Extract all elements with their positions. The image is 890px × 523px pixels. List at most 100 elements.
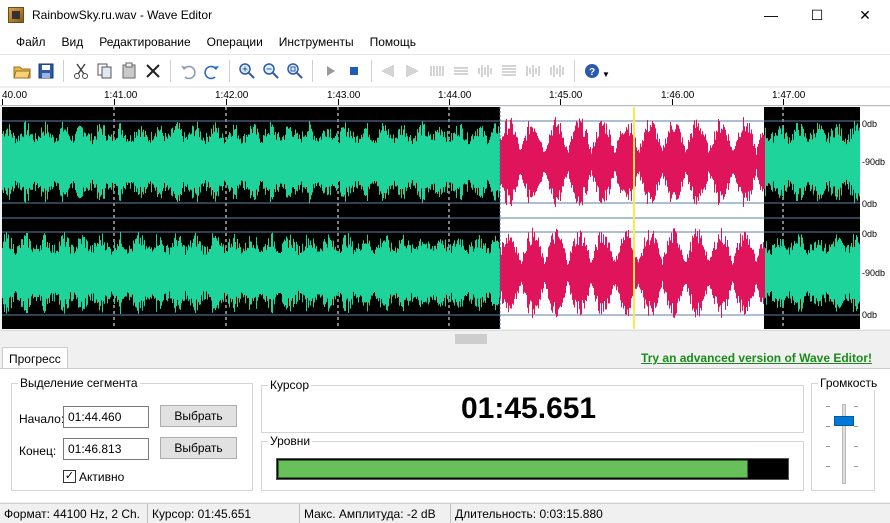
tick-mark	[2, 99, 3, 105]
start-label: Начало:	[19, 412, 65, 426]
scrollbar-thumb[interactable]	[455, 334, 487, 344]
tick-mark	[672, 99, 673, 105]
tick-label: 1:43.00	[327, 90, 361, 101]
tick-label: 1:46.00	[661, 90, 695, 101]
help-dropdown-icon[interactable]: ▼	[602, 70, 610, 79]
status-max-amplitude: Макс. Амплитуда: -2 dB	[300, 503, 451, 523]
start-time-field[interactable]: 01:44.460	[63, 406, 149, 428]
redo-icon[interactable]	[200, 59, 224, 83]
active-checkbox[interactable]: ✓	[63, 470, 76, 483]
cut-icon[interactable]	[69, 59, 93, 83]
levels-group: Уровни	[261, 434, 804, 491]
menu-view[interactable]: Вид	[54, 35, 92, 49]
stop-icon[interactable]	[342, 59, 366, 83]
delete-icon[interactable]	[141, 59, 165, 83]
volume-tick	[854, 446, 858, 447]
status-bar: Формат: 44100 Hz, 2 Ch. Курсор: 01:45.65…	[0, 503, 890, 523]
db-scale: 0db -90db 0db 0db -90db 0db	[860, 107, 890, 329]
cursor-legend: Курсор	[268, 378, 312, 392]
menu-bar: Файл Вид Редактирование Операции Инструм…	[0, 30, 890, 54]
zoom-in-icon[interactable]	[235, 59, 259, 83]
cursor-group: Курсор 01:45.651	[261, 378, 804, 433]
undo-icon[interactable]	[176, 59, 200, 83]
select-end-button[interactable]: Выбрать	[160, 437, 237, 459]
zoom-out-icon[interactable]	[259, 59, 283, 83]
end-label: Конец:	[19, 444, 57, 458]
horizontal-scrollbar[interactable]	[0, 330, 890, 346]
volume-tick	[826, 466, 830, 467]
status-duration: Длительность: 0:03:15.880	[455, 506, 603, 521]
volume-slider-thumb[interactable]	[834, 416, 854, 426]
svg-text:?: ?	[589, 67, 595, 78]
progress-panel: Выделение сегмента Начало: 01:44.460 Выб…	[0, 368, 890, 502]
minimize-button[interactable]: —	[748, 0, 794, 30]
toolbar: ? ▼	[0, 54, 890, 86]
tick-mark	[560, 99, 561, 105]
play-icon[interactable]	[318, 59, 342, 83]
normalize-icon[interactable]	[425, 59, 449, 83]
volume-legend: Громкость	[818, 376, 880, 390]
waveform-channel-2-selected	[500, 227, 765, 319]
menu-tools[interactable]: Инструменты	[271, 35, 362, 49]
volume-group: Громкость	[811, 376, 880, 491]
help-icon[interactable]: ?	[580, 59, 604, 83]
maximize-button[interactable]: ☐	[794, 0, 840, 30]
segment-legend: Выделение сегмента	[18, 376, 140, 390]
tick-label: 40.00	[2, 90, 28, 101]
levels-legend: Уровни	[268, 434, 313, 448]
tick-mark	[783, 99, 784, 105]
db-label: 0db	[862, 119, 878, 129]
tick-label: 1:47.00	[772, 90, 806, 101]
select-start-button[interactable]: Выбрать	[160, 405, 237, 427]
volume-tick	[854, 466, 858, 467]
open-folder-icon[interactable]	[10, 59, 34, 83]
paste-icon[interactable]	[117, 59, 141, 83]
tick-label: 1:44.00	[438, 90, 472, 101]
amplify-icon[interactable]	[473, 59, 497, 83]
tick-label: 1:45.00	[549, 90, 583, 101]
title-bar: RainbowSky.ru.wav - Wave Editor — ☐ ✕	[0, 0, 890, 30]
level-meter	[276, 458, 789, 480]
tab-progress[interactable]: Прогресс	[2, 347, 68, 369]
tick-label: 1:41.00	[104, 90, 138, 101]
save-icon[interactable]	[34, 59, 58, 83]
invert-icon[interactable]	[545, 59, 569, 83]
noise-icon[interactable]	[497, 59, 521, 83]
promo-link[interactable]: Try an advanced version of Wave Editor!	[641, 351, 872, 365]
reverse-icon[interactable]	[521, 59, 545, 83]
level-meter-fill	[278, 460, 748, 478]
fade-in-icon[interactable]	[377, 59, 401, 83]
waveform-channel-1-selected	[500, 116, 765, 208]
toolbar-separator	[63, 59, 64, 82]
db-label: 0db	[862, 199, 878, 209]
window-title: RainbowSky.ru.wav - Wave Editor	[32, 8, 213, 22]
menu-file[interactable]: Файл	[8, 35, 54, 49]
volume-tick	[826, 406, 830, 407]
toolbar-separator	[312, 59, 313, 82]
toolbar-separator	[371, 59, 372, 82]
volume-tick	[854, 406, 858, 407]
fade-out-icon[interactable]	[401, 59, 425, 83]
db-label: -90db	[862, 268, 886, 278]
copy-icon[interactable]	[93, 59, 117, 83]
menu-operations[interactable]: Операции	[199, 35, 271, 49]
status-format: Формат: 44100 Hz, 2 Ch.	[0, 503, 148, 523]
tick-mark	[449, 99, 450, 105]
segment-group: Выделение сегмента Начало: 01:44.460 Выб…	[11, 376, 253, 491]
zoom-fit-icon[interactable]	[283, 59, 307, 83]
active-label: Активно	[79, 470, 125, 484]
db-label: 0db	[862, 310, 878, 320]
tick-label: 1:42.00	[215, 90, 249, 101]
volume-tick	[826, 446, 830, 447]
end-time-field[interactable]: 01:46.813	[63, 438, 149, 460]
waveform-view[interactable]	[2, 107, 860, 329]
close-button[interactable]: ✕	[840, 0, 890, 30]
toolbar-separator	[229, 59, 230, 82]
menu-edit[interactable]: Редактирование	[91, 35, 198, 49]
tick-mark	[226, 99, 227, 105]
timeline-ruler[interactable]: 40.00 1:41.00 1:42.00 1:43.00 1:44.00 1:…	[0, 88, 890, 106]
silence-icon[interactable]	[449, 59, 473, 83]
menu-help[interactable]: Помощь	[362, 35, 424, 49]
db-label: 0db	[862, 229, 878, 239]
waveform-canvas	[2, 107, 860, 329]
